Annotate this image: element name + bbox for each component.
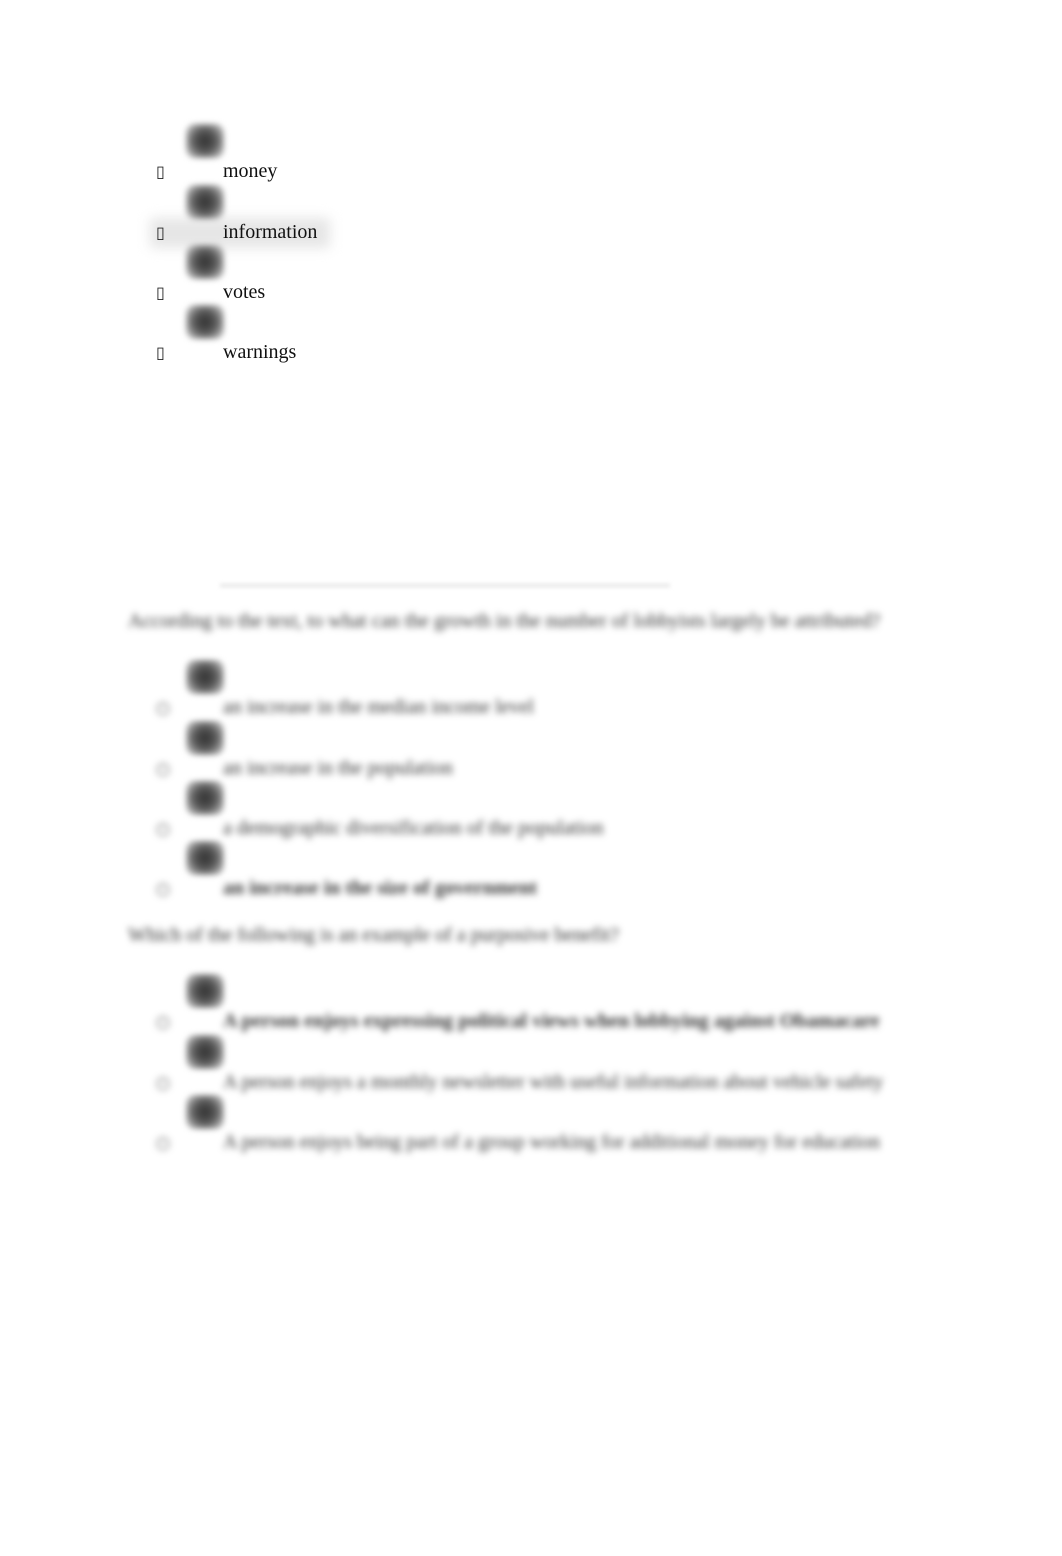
radio-icon[interactable] <box>186 124 224 158</box>
option-information[interactable]: ▯ information <box>0 181 1062 243</box>
question-3-prompt: Which of the following is an example of … <box>128 924 619 946</box>
radio-icon[interactable] <box>186 245 224 279</box>
option-selected[interactable]: ○ A person enjoys expressing political v… <box>0 970 1062 1032</box>
option-votes[interactable]: ▯ votes <box>0 241 1062 303</box>
bullet-icon: ○ <box>156 1012 170 1031</box>
option[interactable]: ○ a demographic diversification of the p… <box>0 777 1062 839</box>
bullet-icon: ▯ <box>156 343 165 362</box>
bullet-icon: ○ <box>156 1073 170 1092</box>
option[interactable]: ○ an increase in the median income level <box>0 656 1062 718</box>
radio-icon[interactable] <box>186 660 224 694</box>
bullet-icon: ○ <box>156 759 170 778</box>
option-label: an increase in the size of government <box>223 877 538 899</box>
option-label: A person enjoys being part of a group wo… <box>223 1131 881 1153</box>
radio-icon[interactable] <box>186 974 224 1008</box>
bullet-icon: ▯ <box>156 223 165 242</box>
bullet-icon: ○ <box>156 1133 170 1152</box>
bullet-icon: ○ <box>156 879 170 898</box>
bullet-icon: ○ <box>156 698 170 717</box>
option-warnings[interactable]: ▯ warnings <box>0 301 1062 363</box>
divider <box>220 584 670 587</box>
option-label: an increase in the median income level <box>223 696 534 718</box>
question-2-prompt: According to the text, to what can the g… <box>128 610 881 632</box>
option-money[interactable]: ▯ money <box>0 120 1062 182</box>
bullet-icon: ○ <box>156 819 170 838</box>
option-label: A person enjoys expressing political vie… <box>223 1010 880 1032</box>
option[interactable]: ○ A person enjoys a monthly newsletter w… <box>0 1031 1062 1093</box>
radio-icon[interactable] <box>186 781 224 815</box>
bullet-icon: ▯ <box>156 162 165 181</box>
option-label: warnings <box>223 341 297 363</box>
radio-icon[interactable] <box>186 185 224 219</box>
option[interactable]: ○ an increase in the population <box>0 717 1062 779</box>
radio-icon[interactable] <box>186 1095 224 1129</box>
bullet-icon: ▯ <box>156 283 165 302</box>
radio-icon[interactable] <box>186 721 224 755</box>
option[interactable]: ○ A person enjoys being part of a group … <box>0 1091 1062 1153</box>
radio-icon[interactable] <box>186 841 224 875</box>
option-label: money <box>223 160 278 182</box>
option-selected[interactable]: ○ an increase in the size of government <box>0 837 1062 899</box>
radio-icon[interactable] <box>186 1035 224 1069</box>
radio-icon[interactable] <box>186 305 224 339</box>
